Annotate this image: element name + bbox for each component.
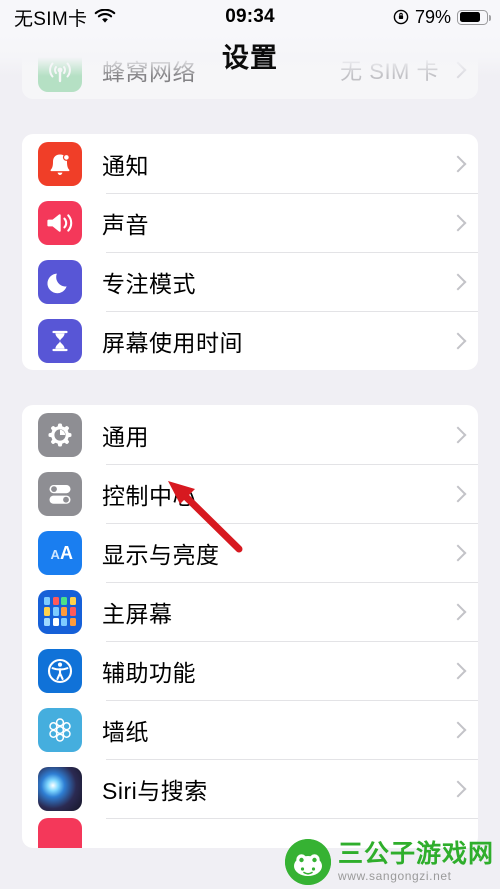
status-bar: 无SIM卡 09:34 79% (0, 0, 500, 34)
settings-row-label: 通用 (102, 423, 149, 450)
watermark-title: 三公子游戏网 (337, 840, 494, 868)
chevron-right-icon (451, 331, 462, 350)
settings-group-system: 通用 控制中心 A A 显示与亮度 主屏幕 辅助功能 墙纸 Siri与搜索 (22, 405, 478, 848)
moon-icon (38, 259, 82, 304)
aa-icon: A A (38, 530, 82, 575)
chevron-right-icon (451, 425, 462, 444)
settings-row-label: 显示与亮度 (102, 541, 220, 568)
settings-row-control-center[interactable]: 控制中心 (22, 464, 478, 523)
chevron-right-icon (451, 154, 462, 173)
chevron-right-icon (451, 543, 462, 562)
face-id-icon (38, 818, 82, 848)
settings-scroll-view[interactable]: 蜂窝网络 无 SIM 卡 通知 (0, 0, 500, 889)
svg-text:A: A (51, 547, 61, 562)
settings-group-alerts: 通知 声音 专注模式 屏幕使用时间 (22, 134, 478, 370)
gear-icon (38, 412, 82, 457)
battery-fill (459, 12, 481, 22)
rotation-lock-icon (393, 9, 409, 25)
settings-row-label: 墙纸 (102, 718, 149, 745)
chevron-right-icon (451, 484, 462, 503)
chevron-right-icon (451, 720, 462, 739)
flower-icon (38, 707, 82, 752)
home-grid-dots (38, 589, 82, 634)
settings-row-sounds[interactable]: 声音 (22, 193, 478, 252)
siri-orb-icon (38, 766, 82, 811)
chevron-right-icon (451, 213, 462, 232)
settings-row-notifications[interactable]: 通知 (22, 134, 478, 193)
settings-row-label: 通知 (102, 152, 149, 179)
settings-row-label: 主屏幕 (102, 600, 173, 627)
settings-row-label: 辅助功能 (102, 659, 196, 686)
chevron-right-icon (451, 272, 462, 291)
svg-text:A: A (60, 543, 73, 563)
settings-row-display-brightness[interactable]: A A 显示与亮度 (22, 523, 478, 582)
frog-mascot-icon (284, 839, 331, 885)
site-watermark: 三公子游戏网 www.sangongzi.net (284, 839, 494, 885)
settings-row-label: Siri与搜索 (102, 777, 208, 804)
page-title: 设置 (222, 42, 278, 73)
iphone-settings-screen: 蜂窝网络 无 SIM 卡 通知 (0, 0, 500, 889)
chevron-right-icon (451, 602, 462, 621)
home-grid-icon (38, 589, 82, 634)
clock-label: 09:34 (225, 6, 275, 27)
settings-row-label: 声音 (102, 211, 149, 238)
battery-percent-label: 79% (414, 6, 451, 27)
status-bar-right: 79% (393, 0, 492, 34)
accessibility-icon (38, 648, 82, 693)
settings-row-label: 控制中心 (102, 482, 196, 509)
settings-row-label: 专注模式 (102, 270, 196, 297)
settings-row-wallpaper[interactable]: 墙纸 (22, 700, 478, 759)
settings-row-home-screen[interactable]: 主屏幕 (22, 582, 478, 641)
toggles-icon (38, 471, 82, 516)
bell-icon (38, 141, 82, 186)
watermark-text: 三公子游戏网 www.sangongzi.net (337, 840, 494, 883)
chevron-right-icon (451, 779, 462, 798)
navigation-bar: 设置 (0, 34, 500, 76)
settings-row-accessibility[interactable]: 辅助功能 (22, 641, 478, 700)
hourglass-icon (38, 318, 82, 363)
speaker-icon (38, 200, 82, 245)
battery-icon (457, 9, 492, 25)
settings-row-label: 屏幕使用时间 (102, 329, 243, 356)
settings-row-siri-search[interactable]: Siri与搜索 (22, 759, 478, 818)
settings-row-screen-time[interactable]: 屏幕使用时间 (22, 311, 478, 370)
chevron-right-icon (451, 661, 462, 680)
settings-row-general[interactable]: 通用 (22, 405, 478, 464)
watermark-url: www.sangongzi.net (337, 869, 452, 883)
settings-row-focus[interactable]: 专注模式 (22, 252, 478, 311)
